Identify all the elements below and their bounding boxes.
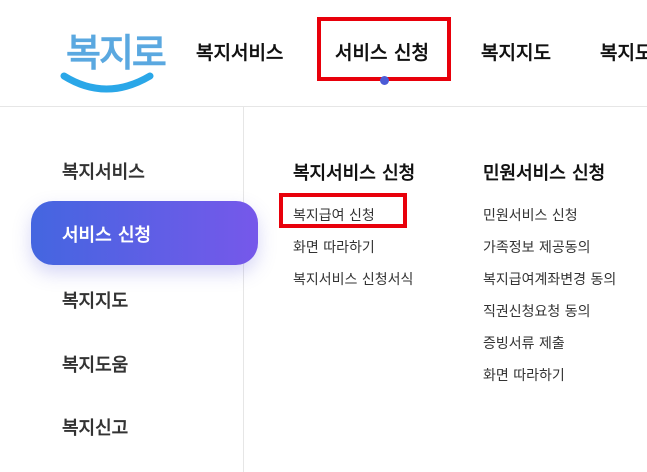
sidebar-item-welfare-report[interactable]: 복지신고 — [62, 414, 128, 440]
menu-link-screen-guide-2[interactable]: 화면 따라하기 — [483, 365, 565, 385]
sidebar-item-welfare-service[interactable]: 복지서비스 — [62, 158, 145, 184]
menu-link-family-consent[interactable]: 가족정보 제공동의 — [483, 237, 591, 257]
nav-highlight-box — [317, 17, 451, 81]
sidebar-divider — [243, 107, 244, 472]
menu-link-application-forms[interactable]: 복지서비스 신청서식 — [293, 269, 413, 289]
nav-item-welfare-help[interactable]: 복지도 — [600, 38, 647, 65]
logo-smile-icon — [60, 72, 154, 93]
sidebar-item-welfare-map[interactable]: 복지지도 — [62, 287, 128, 313]
menu-link-civil-apply[interactable]: 민원서비스 신청 — [483, 205, 578, 225]
submenu-highlight-box — [279, 193, 407, 228]
menu-link-document-submit[interactable]: 증빙서류 제출 — [483, 333, 565, 353]
menu-link-screen-guide[interactable]: 화면 따라하기 — [293, 237, 375, 257]
sidebar-item-service-apply[interactable]: 서비스 신청 — [31, 201, 258, 265]
site-logo[interactable]: 복지로 — [58, 22, 167, 106]
nav-item-welfare-service[interactable]: 복지서비스 — [196, 38, 283, 65]
menu-link-account-change[interactable]: 복지급여계좌변경 동의 — [483, 269, 616, 289]
menu-link-ex-officio-consent[interactable]: 직권신청요청 동의 — [483, 301, 591, 321]
nav-item-welfare-map[interactable]: 복지지도 — [481, 38, 551, 65]
sidebar-item-welfare-help[interactable]: 복지도움 — [62, 351, 128, 377]
menu-col2-title: 민원서비스 신청 — [483, 163, 606, 184]
site-header: 복지로 복지서비스 서비스 신청 복지지도 복지도 — [0, 0, 647, 107]
menu-col1-title: 복지서비스 신청 — [293, 163, 416, 184]
active-nav-indicator — [380, 76, 389, 85]
